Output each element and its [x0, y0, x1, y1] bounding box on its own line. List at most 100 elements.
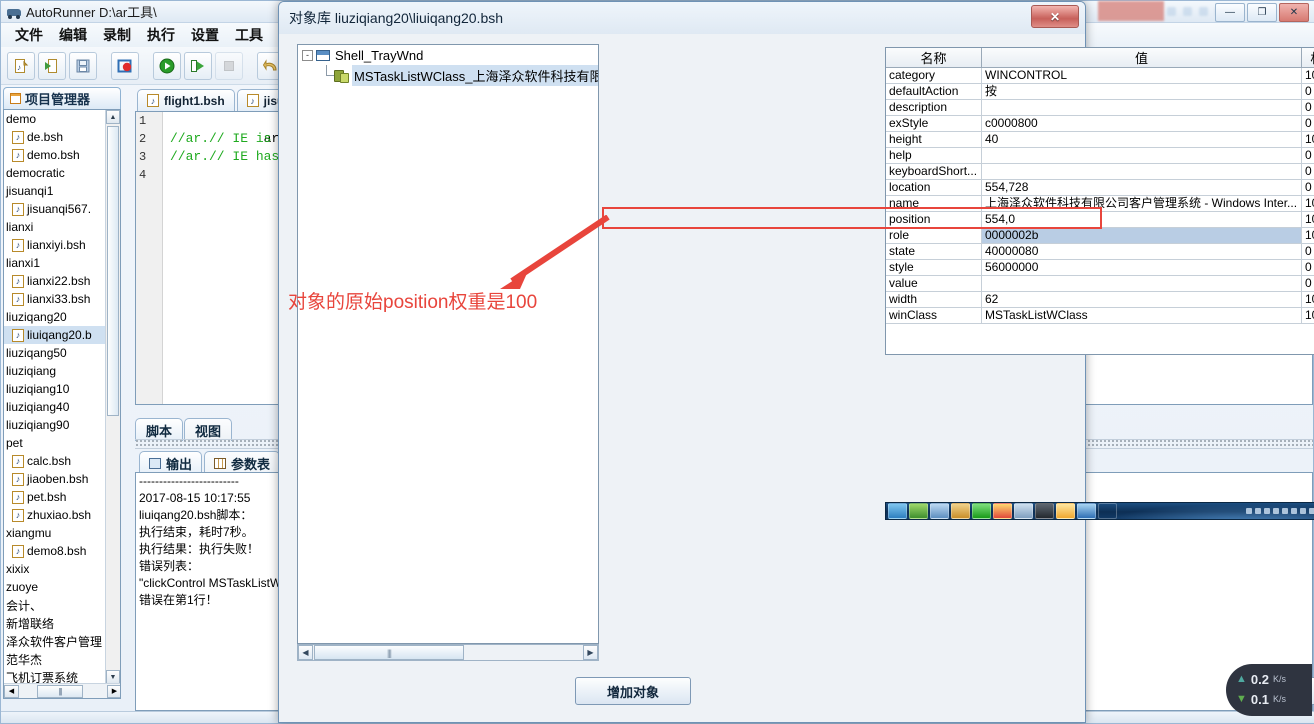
object-tree-root-row[interactable]: - Shell_TrayWnd — [298, 45, 598, 65]
dialog-close-icon[interactable]: ✕ — [1031, 5, 1079, 28]
project-file-item[interactable]: ♪ lianxi33.bsh — [4, 290, 106, 308]
project-folder-item[interactable]: pet — [4, 434, 106, 452]
property-row[interactable]: keyboardShort... 0 — [886, 164, 1314, 180]
horizontal-scrollbar-thumb[interactable]: ||| — [37, 684, 83, 698]
run-icon[interactable] — [153, 51, 181, 80]
object-tree-horizontal-scrollbar[interactable]: ◀ ||| ▶ — [297, 644, 599, 661]
project-folder-item[interactable]: zuoye — [4, 578, 106, 596]
project-file-item[interactable]: ♪ jisuanqi567. — [4, 200, 106, 218]
download-arrow-icon: ▼ — [1236, 693, 1247, 705]
object-tree-child-label: MSTaskListWClass_上海泽众软件科技有限· — [352, 64, 598, 86]
property-row[interactable]: state 40000080 0 — [886, 244, 1314, 260]
project-folder-item[interactable]: demo — [4, 110, 106, 128]
minimize-button[interactable]: — — [1215, 3, 1245, 22]
project-item-label: liuziqiang10 — [6, 382, 70, 396]
project-tree-horizontal-scrollbar[interactable]: ◀ ||| ▶ — [4, 683, 120, 698]
scroll-right-arrow-icon[interactable]: ▶ — [583, 645, 598, 660]
open-script-icon[interactable] — [38, 51, 66, 80]
project-folder-item[interactable]: 泽众软件客户管理 — [4, 632, 106, 650]
new-script-icon[interactable]: ♪ — [7, 51, 35, 80]
project-file-item[interactable]: ♪ liuiqang20.b — [4, 326, 106, 344]
editor-tab-flight1[interactable]: ♪ flight1.bsh — [137, 89, 235, 111]
close-button[interactable]: ✕ — [1279, 3, 1309, 22]
menu-settings[interactable]: 设置 — [183, 23, 227, 47]
download-speed-row: ▼ 0.1 K/s — [1236, 689, 1312, 709]
network-speed-widget[interactable]: ▲ 0.2 K/s ▼ 0.1 K/s — [1226, 664, 1312, 716]
project-folder-item[interactable]: jisuanqi1 — [4, 182, 106, 200]
project-file-item[interactable]: ♪ lianxi22.bsh — [4, 272, 106, 290]
project-folder-item[interactable]: 新增联络 — [4, 614, 106, 632]
collapse-expander-icon[interactable]: - — [302, 49, 313, 61]
horizontal-scrollbar-thumb[interactable]: ||| — [314, 645, 464, 660]
project-folder-item[interactable]: 范华杰 — [4, 650, 106, 668]
property-row[interactable]: value 0 — [886, 276, 1314, 292]
property-value-cell: 554,728 — [982, 180, 1302, 196]
scroll-right-arrow-icon[interactable]: ▶ — [107, 684, 120, 698]
property-row[interactable]: description 0 — [886, 100, 1314, 116]
property-weight-cell: 100 — [1302, 212, 1314, 228]
project-folder-item[interactable]: liuziqiang — [4, 362, 106, 380]
project-folder-item[interactable]: lianxi — [4, 218, 106, 236]
scroll-up-arrow-icon[interactable]: ▲ — [106, 110, 120, 124]
project-folder-item[interactable]: liuziqiang10 — [4, 380, 106, 398]
property-row[interactable]: defaultAction 按 0 — [886, 84, 1314, 100]
project-file-item[interactable]: ♪ jiaoben.bsh — [4, 470, 106, 488]
property-value-cell: 按 — [982, 84, 1302, 100]
property-row[interactable]: role0000002b100 — [886, 228, 1314, 244]
scroll-left-arrow-icon[interactable]: ◀ — [4, 684, 19, 698]
vertical-scrollbar-thumb[interactable] — [107, 126, 119, 416]
project-folder-item[interactable]: liuziqang20 — [4, 308, 106, 326]
scroll-down-arrow-icon[interactable]: ▼ — [106, 670, 120, 684]
property-row[interactable]: style 56000000 0 — [886, 260, 1314, 276]
project-tree[interactable]: demo ♪ de.bsh ♪ demo.bsh democratic jisuanqi1 ♪… — [3, 109, 121, 699]
line-number: 2 — [139, 132, 147, 146]
menu-run[interactable]: 执行 — [139, 23, 183, 47]
project-tree-vertical-scrollbar[interactable]: ▲ ▼ — [105, 110, 120, 684]
project-file-item[interactable]: ♪ calc.bsh — [4, 452, 106, 470]
property-row[interactable]: height40100 — [886, 132, 1314, 148]
property-value-cell — [982, 100, 1302, 116]
project-file-item[interactable]: ♪ lianxiyi.bsh — [4, 236, 106, 254]
maximize-button[interactable]: ❐ — [1247, 3, 1277, 22]
project-folder-item[interactable]: democratic — [4, 164, 106, 182]
property-value-cell: c0000800 — [982, 116, 1302, 132]
property-row[interactable]: location 554,728 0 — [886, 180, 1314, 196]
property-row[interactable]: exStyle c0000800 0 — [886, 116, 1314, 132]
project-file-item[interactable]: ♪ de.bsh — [4, 128, 106, 146]
stop-icon[interactable] — [215, 51, 243, 80]
code-token-comment: //ar.// IE is — [170, 131, 272, 146]
project-folder-item[interactable]: liuziqiang40 — [4, 398, 106, 416]
project-folder-item[interactable]: xiangmu — [4, 524, 106, 542]
add-object-button[interactable]: 增加对象 — [575, 677, 691, 705]
project-folder-item[interactable]: lianxi1 — [4, 254, 106, 272]
save-icon[interactable] — [69, 51, 97, 80]
project-folder-item[interactable]: 会计、 — [4, 596, 106, 614]
project-file-item[interactable]: ♪ pet.bsh — [4, 488, 106, 506]
stop-record-icon[interactable] — [111, 51, 139, 80]
project-folder-item[interactable]: liuziqiang90 — [4, 416, 106, 434]
menu-record[interactable]: 录制 — [95, 23, 139, 47]
menu-edit[interactable]: 编辑 — [51, 23, 95, 47]
property-row[interactable]: width62100 — [886, 292, 1314, 308]
project-file-item[interactable]: ♪ zhuxiao.bsh — [4, 506, 106, 524]
tab-project-manager[interactable]: 项目管理器 — [3, 87, 121, 109]
scroll-left-arrow-icon[interactable]: ◀ — [298, 645, 313, 660]
property-row[interactable]: categoryWINCONTROL100 — [886, 68, 1314, 84]
project-file-item[interactable]: ♪ demo.bsh — [4, 146, 106, 164]
property-row[interactable]: help 0 — [886, 148, 1314, 164]
tab-view[interactable]: 视图 — [184, 418, 233, 441]
property-row[interactable]: winClassMSTaskListWClass100 — [886, 308, 1314, 324]
tab-script[interactable]: 脚本 — [135, 418, 184, 441]
property-name-cell: width — [886, 292, 982, 308]
menu-file[interactable]: 文件 — [7, 23, 51, 47]
run-step-icon[interactable] — [184, 51, 212, 80]
object-tree[interactable]: - Shell_TrayWnd MSTaskListWClass_上海泽众软件科… — [297, 44, 599, 644]
menu-tools[interactable]: 工具 — [227, 23, 271, 47]
property-name-cell: description — [886, 100, 982, 116]
project-item-label: 新增联络 — [6, 616, 55, 631]
project-folder-item[interactable]: liuziqang50 — [4, 344, 106, 362]
project-file-item[interactable]: ♪ demo8.bsh — [4, 542, 106, 560]
property-grid[interactable]: 名称 值 权重 categoryWINCONTROL100defaultActi… — [885, 47, 1314, 355]
project-folder-item[interactable]: xixix — [4, 560, 106, 578]
object-tree-child-row[interactable]: MSTaskListWClass_上海泽众软件科技有限· — [298, 64, 598, 86]
